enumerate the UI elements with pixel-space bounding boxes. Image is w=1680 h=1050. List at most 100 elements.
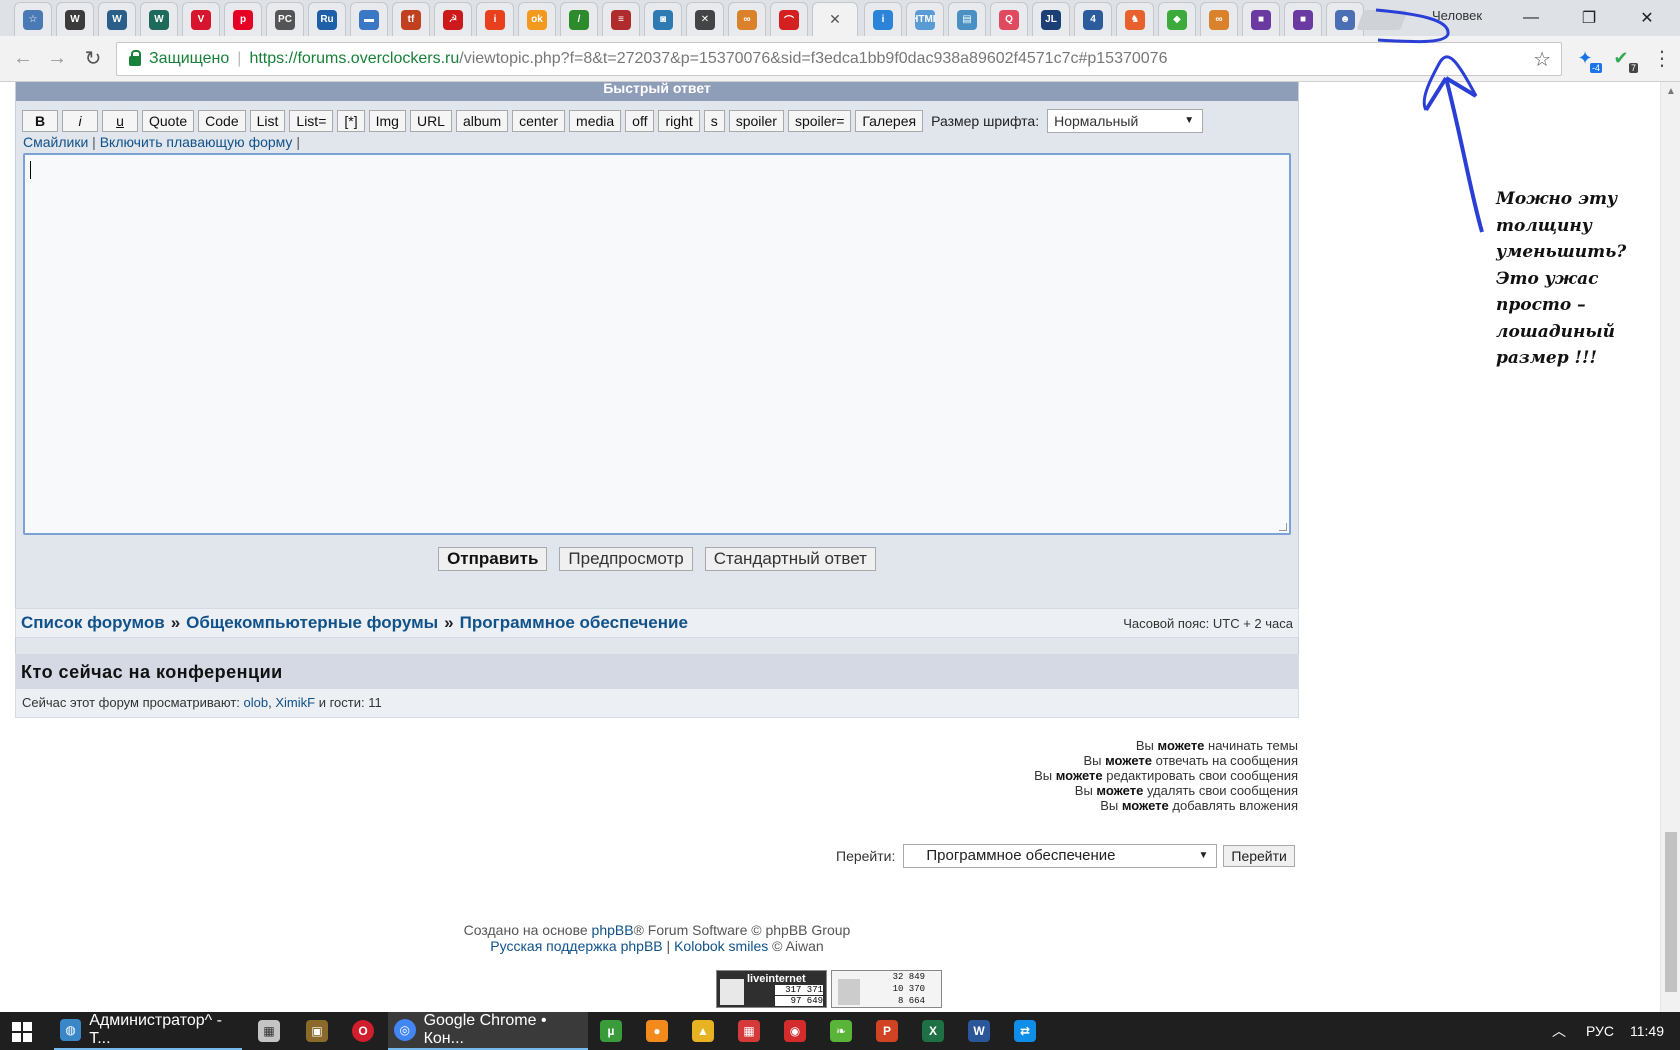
tab[interactable]: ∞ [728, 2, 766, 36]
breadcrumb-general-forums[interactable]: Общекомпьютерные форумы [186, 613, 438, 633]
kolobok-smiles-link[interactable]: Kolobok smiles [674, 938, 768, 954]
bbcode-button[interactable]: Code [198, 110, 246, 132]
bbcode-button[interactable]: Галерея [855, 110, 924, 132]
user-link-olob[interactable]: olob [244, 695, 269, 710]
bbcode-button[interactable]: album [455, 110, 509, 132]
tab[interactable]: ▤ [948, 2, 986, 36]
stats-counter[interactable]: 32 849 10 370 8 664 [831, 970, 942, 1008]
taskbar-task-chrome[interactable]: ◎ Google Chrome • Кон... [388, 1012, 588, 1050]
tab[interactable]: ♞ [1116, 2, 1154, 36]
tab[interactable]: V [182, 2, 220, 36]
extension-sparkle-icon[interactable]: ✦ -4 [1572, 45, 1602, 73]
tab[interactable]: ≡ [602, 2, 640, 36]
resize-handle[interactable] [1279, 523, 1287, 531]
taskbar-pinned-app[interactable]: ● [646, 1012, 676, 1050]
tab[interactable]: 4 [1074, 2, 1112, 36]
tab[interactable]: ◆ [1158, 2, 1196, 36]
restore-button[interactable]: ❐ [1566, 4, 1612, 32]
tab[interactable]: ∞ [1200, 2, 1238, 36]
tab[interactable]: W [140, 2, 178, 36]
tab[interactable]: JL [1032, 2, 1070, 36]
tab[interactable]: ■ [1284, 2, 1322, 36]
bbcode-button[interactable]: spoiler [728, 110, 784, 132]
bbcode-button[interactable]: spoiler= [787, 110, 852, 132]
tab[interactable]: ☆ [14, 2, 52, 36]
chrome-menu-icon[interactable]: ⋮ [1652, 46, 1672, 71]
preview-button[interactable]: Предпросмотр [559, 547, 693, 571]
address-bar[interactable]: Защищено | https://forums.overclockers.r… [116, 42, 1562, 76]
close-window-button[interactable]: ✕ [1624, 4, 1670, 32]
tab[interactable]: i [864, 2, 902, 36]
bbcode-button[interactable]: media [569, 110, 622, 132]
extension-shield-icon[interactable]: ✔ 7 [1608, 45, 1638, 73]
close-icon[interactable]: ✕ [829, 11, 841, 28]
bookmark-star-icon[interactable]: ☆ [1533, 47, 1551, 72]
tab[interactable]: i [476, 2, 514, 36]
taskbar-pinned-app[interactable]: ❧ [830, 1012, 860, 1050]
jump-select[interactable]: Программное обеспечение ▼ [903, 844, 1218, 868]
bbcode-button[interactable]: B [22, 110, 58, 132]
back-arrow-icon[interactable]: ← [10, 45, 36, 71]
taskbar-app-image[interactable]: ▣ [306, 1012, 336, 1050]
bbcode-button[interactable]: s [703, 110, 725, 132]
taskbar-task-admin[interactable]: ◍ Администратор^ - Т... [54, 1012, 242, 1050]
tab[interactable]: ⌒ [770, 2, 808, 36]
tab[interactable]: W [56, 2, 94, 36]
new-tab-button[interactable] [1356, 10, 1408, 30]
user-link-ximikf[interactable]: XimikF [275, 695, 315, 710]
breadcrumb-software[interactable]: Программное обеспечение [460, 613, 688, 633]
taskbar-pinned-app[interactable]: W [968, 1012, 998, 1050]
tab[interactable]: ◙ [644, 2, 682, 36]
tab[interactable]: ✕ [686, 2, 724, 36]
tab[interactable]: ☭ [434, 2, 472, 36]
taskbar-app-opera[interactable]: O [352, 1012, 382, 1050]
profile-name[interactable]: Человек [1432, 8, 1482, 23]
forward-arrow-icon[interactable]: → [44, 45, 70, 71]
tab[interactable]: p [224, 2, 262, 36]
clock[interactable]: 11:49 [1630, 1012, 1664, 1050]
taskbar-pinned-app[interactable]: ◉ [784, 1012, 814, 1050]
tab[interactable]: Q [990, 2, 1028, 36]
tab[interactable]: ■ [1242, 2, 1280, 36]
language-indicator[interactable]: РУС [1586, 1012, 1614, 1050]
windows-start-icon[interactable] [12, 1022, 32, 1042]
taskbar-pinned-app[interactable]: ▦ [738, 1012, 768, 1050]
tab[interactable]: ▬ [350, 2, 388, 36]
taskbar-pinned-app[interactable]: ▲ [692, 1012, 722, 1050]
bbcode-button[interactable]: [*] [337, 110, 365, 132]
tab[interactable]: ok [518, 2, 556, 36]
floating-form-link[interactable]: Включить плавающую форму [100, 134, 293, 150]
bbcode-button[interactable]: right [658, 110, 700, 132]
minimize-button[interactable]: — [1508, 4, 1554, 32]
font-size-select[interactable]: Нормальный ▼ [1047, 109, 1204, 133]
tray-chevron-icon[interactable]: ︿ [1552, 1012, 1566, 1050]
tab[interactable]: ☻ [1326, 2, 1364, 36]
taskbar-pinned-app[interactable]: µ [600, 1012, 630, 1050]
page-scrollbar[interactable]: ▲ [1660, 82, 1680, 1012]
taskbar-pinned-app[interactable]: X [922, 1012, 952, 1050]
liveinternet-counter[interactable]: liveinternet 317 371 97 649 [716, 970, 827, 1008]
tab[interactable]: W [98, 2, 136, 36]
taskbar-pinned-app[interactable]: P [876, 1012, 906, 1050]
tab[interactable]: Ru [308, 2, 346, 36]
phpbb-link[interactable]: phpBB [592, 922, 634, 938]
message-textarea[interactable] [23, 153, 1291, 535]
tab[interactable]: tf [392, 2, 430, 36]
bbcode-button[interactable]: Quote [142, 110, 195, 132]
scroll-thumb[interactable] [1665, 832, 1677, 992]
smilies-link[interactable]: Смайлики [23, 134, 88, 150]
taskbar-app-calc[interactable]: ▦ [258, 1012, 288, 1050]
taskbar-pinned-app[interactable]: ⇄ [1014, 1012, 1044, 1050]
submit-button[interactable]: Отправить [438, 547, 548, 571]
russian-support-link[interactable]: Русская поддержка phpBB [490, 938, 662, 954]
jump-button[interactable]: Перейти [1223, 845, 1295, 867]
breadcrumb-forum-list[interactable]: Список форумов [21, 613, 165, 633]
standard-reply-button[interactable]: Стандартный ответ [704, 547, 876, 571]
tab[interactable]: HTML [906, 2, 944, 36]
reload-icon[interactable]: ↻ [80, 45, 106, 71]
bbcode-button[interactable]: off [625, 110, 655, 132]
bbcode-button[interactable]: i [62, 110, 98, 132]
bbcode-button[interactable]: center [512, 110, 566, 132]
bbcode-button[interactable]: URL [409, 110, 452, 132]
bbcode-button[interactable]: List [249, 110, 286, 132]
